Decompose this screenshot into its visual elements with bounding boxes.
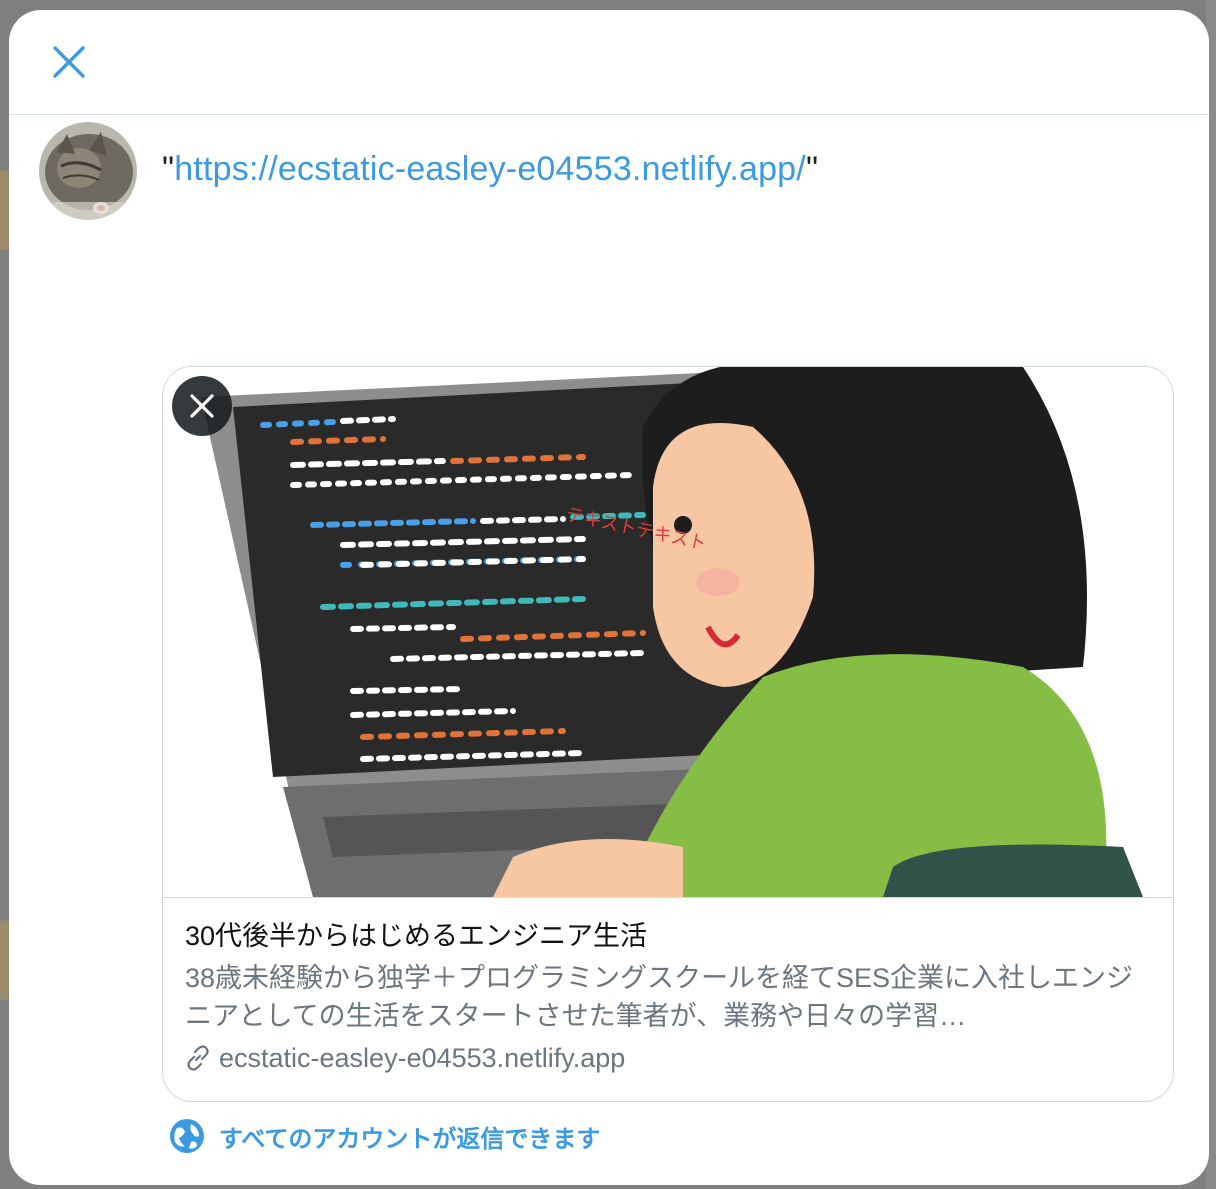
card-body: 30代後半からはじめるエンジニア生活 38歳未経験から独学＋プログラミングスクー… (185, 917, 1155, 1077)
remove-card-button[interactable] (172, 376, 232, 436)
close-button[interactable] (47, 40, 91, 84)
card-domain: ecstatic-easley-e04553.netlify.app (185, 1039, 1155, 1077)
reply-setting-button[interactable]: すべてのアカウントが返信できます (169, 1118, 600, 1154)
avatar[interactable] (39, 122, 137, 220)
globe-icon (170, 1119, 204, 1153)
card-description: 38歳未経験から独学＋プログラミングスクールを経てSES企業に入社しエンジニアと… (185, 963, 1134, 1031)
card-title: 30代後半からはじめるエンジニア生活 (185, 921, 648, 951)
close-icon (190, 394, 214, 418)
quote-mark: " (805, 150, 819, 188)
tweet-text[interactable]: "https://ecstatic-easley-e04553.netlify.… (162, 150, 818, 189)
reply-setting-label: すべてのアカウントが返信できます (219, 1125, 601, 1153)
tweet-link[interactable]: https://ecstatic-easley-e04553.netlify.a… (174, 150, 806, 188)
link-icon (187, 1045, 209, 1071)
compose-tweet-modal: "https://ecstatic-easley-e04553.netlify.… (9, 10, 1209, 1185)
card-domain-text: ecstatic-easley-e04553.netlify.app (219, 1043, 626, 1073)
engineer-illustration (163, 367, 1173, 897)
quote-mark: " (162, 150, 175, 188)
card-image: テキストテキスト (163, 367, 1173, 898)
close-icon (53, 46, 85, 78)
link-preview-card[interactable]: テキストテキスト 30代後半からはじめるエンジニア生活 38歳未経験から独学＋プ… (162, 366, 1174, 1102)
modal-header (9, 10, 1209, 115)
cat-avatar-image (39, 122, 137, 220)
